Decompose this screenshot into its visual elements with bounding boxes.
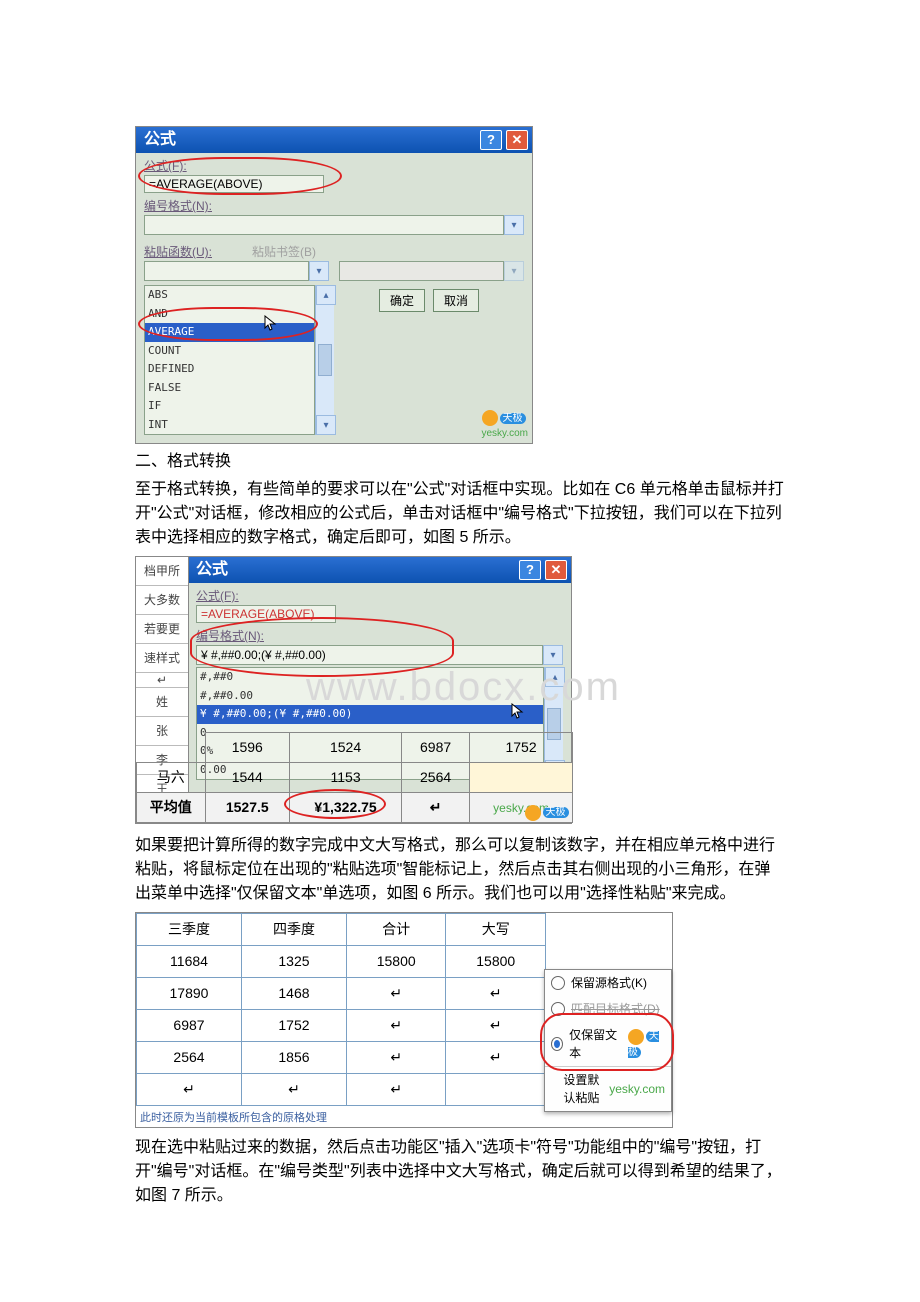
paragraph: 如果要把计算所得的数字完成中文大写格式，那么可以复制该数字，并在相应单元格中进行… xyxy=(135,834,785,906)
paste-bookmark-label: 粘贴书签(B) xyxy=(252,243,316,261)
scroll-thumb[interactable] xyxy=(318,344,332,376)
radio-icon[interactable] xyxy=(551,976,565,990)
close-icon[interactable]: ✕ xyxy=(506,130,528,150)
logo-icon xyxy=(482,410,498,426)
numformat-input[interactable] xyxy=(144,215,504,235)
list-item[interactable]: COUNT xyxy=(145,342,314,361)
table-row: 69871752↵↵ xyxy=(137,1010,546,1042)
close-icon[interactable]: ✕ xyxy=(545,560,567,580)
logo-icon xyxy=(525,805,541,821)
paste-bm-input xyxy=(339,261,504,281)
cursor-icon xyxy=(264,315,278,333)
paragraph: 现在选中粘贴过来的数据，然后点击功能区"插入"选项卡"符号"功能组中的"编号"按… xyxy=(135,1136,785,1208)
chevron-up-icon[interactable]: ▴ xyxy=(316,285,336,305)
highlight-annotation xyxy=(540,1013,674,1071)
data-table: 三季度 四季度 合计 大写 1168413251580015800 178901… xyxy=(136,913,546,1106)
side-cell: 若要更 xyxy=(136,615,188,644)
help-icon[interactable]: ? xyxy=(480,130,502,150)
numformat-label: 编号格式(N): xyxy=(144,197,524,215)
side-cell: 大多数 xyxy=(136,586,188,615)
dialog-title: 公式 xyxy=(140,128,176,152)
watermark: 天极 xyxy=(525,805,569,821)
table-row: 平均值 1527.5 ¥1,322.75 ↵ yesky.com xyxy=(137,793,573,823)
highlight-annotation xyxy=(138,157,342,195)
side-cell: ↵ xyxy=(136,673,188,688)
help-icon[interactable]: ? xyxy=(519,560,541,580)
menu-item-set-default[interactable]: 设置默认粘贴yesky.com xyxy=(545,1066,671,1111)
highlight-annotation xyxy=(284,789,386,819)
list-item[interactable]: FALSE xyxy=(145,379,314,398)
ok-button[interactable]: 确定 xyxy=(379,289,425,312)
table-row: 25641856↵↵ xyxy=(137,1042,546,1074)
titlebar[interactable]: 公式 ? ✕ xyxy=(188,557,571,583)
section-heading: 二、格式转换 xyxy=(135,450,785,474)
table-row: 178901468↵↵ xyxy=(137,978,546,1010)
paste-fn-label: 粘贴函数(U): xyxy=(144,243,212,261)
list-item[interactable]: IF xyxy=(145,397,314,416)
formula-dialog-1: 公式 ? ✕ 公式(F): 编号格式(N): ▾ 粘贴函数(U): 粘贴书签(B… xyxy=(135,126,533,444)
table-row: 马六 1544 1153 2564 天极 xyxy=(137,763,573,793)
list-item[interactable]: INT xyxy=(145,416,314,435)
watermark: 天极 yesky.com xyxy=(482,410,529,441)
chevron-down-icon[interactable]: ▾ xyxy=(309,261,329,281)
paste-options-screenshot: 三季度 四季度 合计 大写 1168413251580015800 178901… xyxy=(135,912,673,1128)
paste-fn-input[interactable] xyxy=(144,261,309,281)
side-cell: 姓 xyxy=(136,688,188,717)
watermark-big: www.bdocx.com xyxy=(306,657,621,717)
table-header-row: 三季度 四季度 合计 大写 xyxy=(137,914,546,946)
menu-item-keep-source[interactable]: 保留源格式(K) xyxy=(545,970,671,996)
table-row: 1168413251580015800 xyxy=(137,946,546,978)
table-row: ↵↵↵ xyxy=(137,1074,546,1106)
scrollbar[interactable]: ▴ ▾ xyxy=(315,285,334,435)
paragraph: 至于格式转换，有些简单的要求可以在"公式"对话框中实现。比如在 C6 单元格单击… xyxy=(135,478,785,550)
cancel-button[interactable]: 取消 xyxy=(433,289,479,312)
chevron-down-icon[interactable]: ▾ xyxy=(316,415,336,435)
formula-label: 公式(F): xyxy=(196,587,563,605)
highlight-annotation xyxy=(138,307,318,341)
dialog-title: 公式 xyxy=(192,558,228,582)
list-item[interactable]: ABS xyxy=(145,286,314,305)
chevron-down-icon[interactable]: ▾ xyxy=(504,215,524,235)
chevron-down-icon: ▾ xyxy=(504,261,524,281)
titlebar[interactable]: 公式 ? ✕ xyxy=(136,127,532,153)
formula-dialog-2: 档甲所 大多数 若要更 速样式 ↵ 姓 张 李 王 公式 ? ✕ 公式(F): … xyxy=(135,556,572,824)
list-item[interactable]: DEFINED xyxy=(145,360,314,379)
bottom-table: 1596 1524 6987 1752 马六 1544 1153 2564 天极… xyxy=(136,732,573,823)
table-row: 1596 1524 6987 1752 xyxy=(137,733,573,763)
side-cell: 档甲所 xyxy=(136,557,188,586)
side-cell: 速样式 xyxy=(136,644,188,673)
